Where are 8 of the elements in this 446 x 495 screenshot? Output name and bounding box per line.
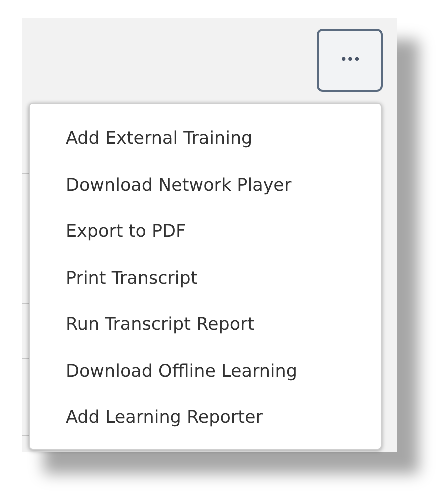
menu-item[interactable]: Download Offline Learning	[30, 348, 381, 395]
more-button[interactable]: •••	[317, 29, 383, 92]
menu-item[interactable]: Export to PDF	[30, 209, 381, 256]
menu-item[interactable]: Download Network Player	[30, 162, 381, 209]
menu-item[interactable]: Add Learning Reporter	[30, 395, 381, 442]
menu-item[interactable]: Print Transcript	[30, 256, 381, 302]
menu-item[interactable]: Add External Training	[30, 116, 381, 162]
menu-item[interactable]: Run Transcript Report	[30, 302, 381, 348]
